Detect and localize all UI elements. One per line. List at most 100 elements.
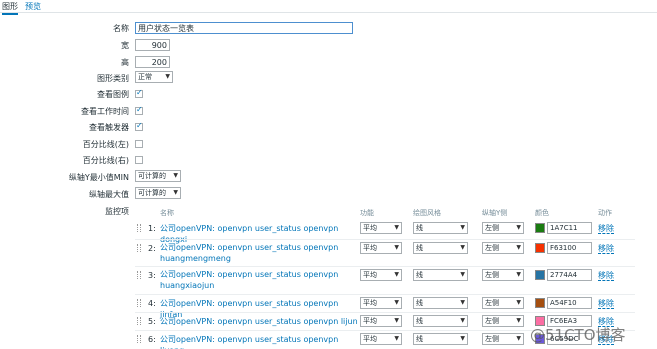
function-select[interactable]: 平均 ▼ xyxy=(360,269,402,281)
y-axis-side-value: 左侧 xyxy=(485,244,499,252)
draw-style-select[interactable]: 线 ▼ xyxy=(413,222,468,234)
remove-link[interactable]: 移除 xyxy=(598,299,614,309)
show-triggers-checkbox[interactable] xyxy=(135,121,143,131)
remove-link[interactable]: 移除 xyxy=(598,224,614,234)
ymin-value: 可计算的 xyxy=(138,172,166,180)
remove-link[interactable]: 移除 xyxy=(598,271,614,281)
chevron-down-icon: ▼ xyxy=(460,224,465,231)
ymax-select[interactable]: 可计算的 ▼ xyxy=(135,187,181,199)
header-function: 功能 xyxy=(360,209,374,217)
y-axis-side-value: 左侧 xyxy=(485,317,499,325)
table-row: 2: 公司openVPN: openvpn user_status openvp… xyxy=(135,239,635,266)
draw-style-select[interactable]: 线 ▼ xyxy=(413,315,468,327)
function-select[interactable]: 平均 ▼ xyxy=(360,242,402,254)
height-input[interactable] xyxy=(135,56,170,68)
color-input[interactable]: A54F10 xyxy=(547,297,592,309)
tab-preview[interactable]: 预览 xyxy=(25,1,41,12)
header-color: 颜色 xyxy=(535,209,549,217)
table-row: 3: 公司openVPN: openvpn user_status openvp… xyxy=(135,266,635,294)
chevron-down-icon: ▼ xyxy=(394,335,399,342)
draw-style-value: 线 xyxy=(416,335,423,343)
drag-handle-icon[interactable] xyxy=(137,271,141,279)
y-axis-side-select[interactable]: 左侧 ▼ xyxy=(482,333,524,345)
row-number: 2: xyxy=(148,244,156,253)
chevron-down-icon: ▼ xyxy=(394,224,399,231)
color-swatch[interactable] xyxy=(535,270,545,280)
percentile-left-checkbox[interactable] xyxy=(135,140,143,148)
chevron-down-icon: ▼ xyxy=(460,244,465,251)
name-input[interactable] xyxy=(135,22,353,34)
function-select[interactable]: 平均 ▼ xyxy=(360,315,402,327)
item-link[interactable]: 公司openVPN: openvpn user_status openvpn h… xyxy=(160,242,340,264)
chevron-down-icon: ▼ xyxy=(460,271,465,278)
show-legend-checkbox[interactable] xyxy=(135,88,143,98)
y-axis-side-select[interactable]: 左侧 ▼ xyxy=(482,222,524,234)
graph-type-label: 图形类别 xyxy=(97,74,129,83)
drag-handle-icon[interactable] xyxy=(137,299,141,307)
y-axis-side-value: 左侧 xyxy=(485,224,499,232)
chevron-down-icon: ▼ xyxy=(394,244,399,251)
chevron-down-icon: ▼ xyxy=(460,317,465,324)
color-input[interactable]: 2774A4 xyxy=(547,269,592,281)
name-label: 名称 xyxy=(113,24,129,33)
tab-bar: 图形 预览 xyxy=(0,0,657,15)
percentile-left-label: 百分比线(左) xyxy=(82,140,129,149)
draw-style-value: 线 xyxy=(416,299,423,307)
percentile-right-checkbox[interactable] xyxy=(135,156,143,164)
row-number: 5: xyxy=(148,317,156,326)
show-worktime-label: 查看工作时间 xyxy=(81,107,129,116)
chevron-down-icon: ▼ xyxy=(516,317,521,324)
function-select[interactable]: 平均 ▼ xyxy=(360,222,402,234)
y-axis-side-select[interactable]: 左侧 ▼ xyxy=(482,315,524,327)
y-axis-side-select[interactable]: 左侧 ▼ xyxy=(482,242,524,254)
table-row: 4: 公司openVPN: openvpn user_status openvp… xyxy=(135,294,635,319)
color-input[interactable]: F63100 xyxy=(547,242,592,254)
chevron-down-icon: ▼ xyxy=(165,73,170,80)
chevron-down-icon: ▼ xyxy=(394,299,399,306)
y-axis-side-select[interactable]: 左侧 ▼ xyxy=(482,269,524,281)
height-label: 高 xyxy=(121,58,129,67)
item-link[interactable]: 公司openVPN: openvpn user_status openvpn l… xyxy=(160,316,360,327)
function-select[interactable]: 平均 ▼ xyxy=(360,297,402,309)
draw-style-value: 线 xyxy=(416,244,423,252)
ymin-select[interactable]: 可计算的 ▼ xyxy=(135,170,181,182)
graph-type-value: 正常 xyxy=(138,73,152,81)
color-swatch[interactable] xyxy=(535,223,545,233)
function-value: 平均 xyxy=(363,335,377,343)
chevron-down-icon: ▼ xyxy=(516,299,521,306)
width-label: 宽 xyxy=(121,41,129,50)
ymax-value: 可计算的 xyxy=(138,189,166,197)
drag-handle-icon[interactable] xyxy=(137,224,141,232)
tab-graph[interactable]: 图形 xyxy=(2,1,18,15)
graph-type-select[interactable]: 正常 ▼ xyxy=(135,71,173,83)
draw-style-select[interactable]: 线 ▼ xyxy=(413,242,468,254)
item-link[interactable]: 公司openVPN: openvpn user_status openvpn h… xyxy=(160,269,340,291)
item-link[interactable]: 公司openVPN: openvpn user_status openvpn l… xyxy=(160,334,360,349)
draw-style-value: 线 xyxy=(416,317,423,325)
width-input[interactable] xyxy=(135,39,170,51)
drag-handle-icon[interactable] xyxy=(137,244,141,252)
draw-style-select[interactable]: 线 ▼ xyxy=(413,333,468,345)
show-worktime-checkbox[interactable] xyxy=(135,105,143,115)
color-swatch[interactable] xyxy=(535,243,545,253)
function-value: 平均 xyxy=(363,271,377,279)
row-number: 3: xyxy=(148,271,156,280)
y-axis-side-select[interactable]: 左侧 ▼ xyxy=(482,297,524,309)
draw-style-value: 线 xyxy=(416,271,423,279)
row-number: 6: xyxy=(148,335,156,344)
items-label: 监控项 xyxy=(105,207,129,216)
header-action: 动作 xyxy=(598,209,612,217)
drag-handle-icon[interactable] xyxy=(137,317,141,325)
function-value: 平均 xyxy=(363,244,377,252)
header-y-axis-side: 纵轴Y侧 xyxy=(482,209,508,217)
draw-style-select[interactable]: 线 ▼ xyxy=(413,297,468,309)
color-input[interactable]: 1A7C11 xyxy=(547,222,592,234)
color-swatch[interactable] xyxy=(535,298,545,308)
draw-style-select[interactable]: 线 ▼ xyxy=(413,269,468,281)
function-select[interactable]: 平均 ▼ xyxy=(360,333,402,345)
chevron-down-icon: ▼ xyxy=(173,189,178,196)
remove-link[interactable]: 移除 xyxy=(598,244,614,254)
chevron-down-icon: ▼ xyxy=(394,317,399,324)
y-axis-side-value: 左侧 xyxy=(485,299,499,307)
drag-handle-icon[interactable] xyxy=(137,335,141,343)
